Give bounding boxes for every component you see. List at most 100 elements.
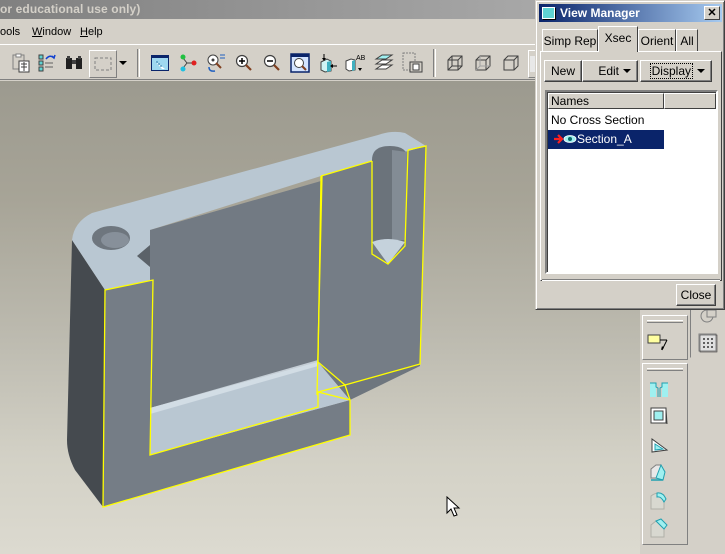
edit-button-label: Edit xyxy=(598,64,619,78)
list-item-no-cross-section[interactable]: No Cross Section xyxy=(548,111,718,130)
menu-help-mnemonic: H xyxy=(80,26,88,38)
menu-window-rest: indow xyxy=(42,26,72,38)
chamfer-icon xyxy=(650,518,668,538)
zoom-in-button[interactable] xyxy=(233,52,255,74)
spin-center-icon xyxy=(180,54,197,72)
rib-tool-button[interactable] xyxy=(647,432,671,456)
analysis-icon xyxy=(700,310,717,323)
list-item-section-a[interactable]: Section_A xyxy=(548,130,664,149)
find-button[interactable] xyxy=(63,52,85,74)
dialog-title: View Manager xyxy=(560,6,640,20)
chamfer-tool-button[interactable] xyxy=(647,516,671,540)
layers-icon xyxy=(374,54,394,70)
top-hole-shadow xyxy=(101,232,129,248)
reorient-button[interactable] xyxy=(317,52,339,74)
dialog-close-button[interactable]: ✕ xyxy=(704,6,720,20)
orient-mode-button[interactable] xyxy=(205,52,227,74)
window-title: or educational use only) xyxy=(0,2,141,16)
menu-tools[interactable]: ools xyxy=(0,26,20,38)
chevron-down-icon xyxy=(623,69,631,73)
toolbar-grip xyxy=(647,320,683,323)
zoom-out-icon xyxy=(263,54,280,71)
menu-window[interactable]: Window xyxy=(32,26,71,38)
view-manager-dialog: View Manager ✕ Simp Rep Xsec Orient All … xyxy=(535,0,725,310)
hidden-line-icon xyxy=(475,55,491,71)
menu-bar: ools Window Help xyxy=(0,19,540,45)
repaint-icon xyxy=(151,55,169,71)
refit-button[interactable] xyxy=(289,52,311,74)
model-display-icon xyxy=(402,52,423,73)
wireframe-button[interactable] xyxy=(444,52,466,74)
hidden-line-button[interactable] xyxy=(472,52,494,74)
paste-special-button[interactable] xyxy=(9,52,31,74)
orient-mode-icon xyxy=(207,54,225,72)
note-button[interactable] xyxy=(647,330,671,354)
table-button[interactable] xyxy=(696,331,720,355)
mouse-cursor-icon xyxy=(446,496,461,517)
tab-simp-rep[interactable]: Simp Rep xyxy=(542,29,598,51)
close-button[interactable]: Close xyxy=(676,284,716,306)
refit-icon xyxy=(290,53,310,73)
note-icon xyxy=(647,334,668,351)
dropdown-arrow-icon xyxy=(119,61,127,65)
select-box-icon xyxy=(94,57,112,71)
column-header-names[interactable]: Names xyxy=(548,93,664,109)
layers-button[interactable] xyxy=(373,52,395,74)
paste-special-icon xyxy=(12,53,30,73)
toolbar-grip xyxy=(647,368,683,371)
display-button-label: Display xyxy=(649,63,693,79)
regenerate-button[interactable] xyxy=(36,52,58,74)
draft-icon xyxy=(650,463,666,481)
spin-center-button[interactable] xyxy=(177,52,199,74)
select-box-button[interactable] xyxy=(89,50,117,78)
svg-text:AB: AB xyxy=(356,55,366,62)
xsec-list[interactable]: Names No Cross Section Section_A xyxy=(545,90,718,274)
draft-tool-button[interactable] xyxy=(647,460,671,484)
saved-views-button[interactable]: AB xyxy=(345,52,367,74)
dialog-title-bar[interactable]: View Manager ✕ xyxy=(539,4,722,22)
zoom-out-button[interactable] xyxy=(261,52,283,74)
wireframe-icon xyxy=(447,55,463,71)
reorient-icon xyxy=(320,54,337,73)
menu-help-rest: elp xyxy=(87,26,103,38)
new-button[interactable]: New xyxy=(544,60,582,82)
rib-icon xyxy=(651,438,669,453)
active-section-icon xyxy=(554,134,577,144)
saved-views-icon: AB xyxy=(345,55,366,72)
section-a-label: Section_A xyxy=(577,132,632,146)
display-menu-button[interactable]: Display xyxy=(640,60,712,82)
tab-all[interactable]: All xyxy=(676,29,698,51)
no-hidden-icon xyxy=(503,55,519,71)
repaint-button[interactable] xyxy=(149,52,171,74)
menu-help[interactable]: Help xyxy=(80,26,103,38)
no-hidden-button[interactable] xyxy=(500,52,522,74)
annotation-toolbar xyxy=(642,315,688,360)
column-header-blank[interactable] xyxy=(664,93,716,109)
round-tool-button[interactable] xyxy=(647,488,671,512)
model-display-button[interactable] xyxy=(401,52,423,74)
main-toolbar: AB xyxy=(0,46,540,80)
toolbar-separator xyxy=(137,49,140,77)
shell-icon xyxy=(650,407,668,425)
tab-orient[interactable]: Orient xyxy=(638,29,676,51)
zoom-in-icon xyxy=(235,54,252,71)
edit-menu-button[interactable]: Edit xyxy=(582,60,638,82)
select-filter-dropdown[interactable] xyxy=(117,52,129,74)
table-icon xyxy=(698,333,718,353)
hole-icon xyxy=(650,382,668,397)
round-icon xyxy=(650,492,667,510)
regenerate-icon xyxy=(38,54,56,72)
vertical-hole-highlight xyxy=(392,150,407,240)
hole-tool-button[interactable] xyxy=(647,377,671,401)
chevron-down-icon xyxy=(697,69,705,73)
view-manager-icon xyxy=(542,7,555,19)
feature-toolbar xyxy=(642,363,688,545)
find-icon xyxy=(66,56,82,69)
right-toolbar-area xyxy=(640,300,725,554)
close-button-label: Close xyxy=(680,288,712,302)
new-button-label: New xyxy=(550,64,575,78)
tab-xsec[interactable]: Xsec xyxy=(598,26,638,52)
shell-tool-button[interactable] xyxy=(647,404,671,428)
window-title-bar: or educational use only) xyxy=(0,0,540,19)
menu-window-mnemonic: W xyxy=(32,26,43,38)
